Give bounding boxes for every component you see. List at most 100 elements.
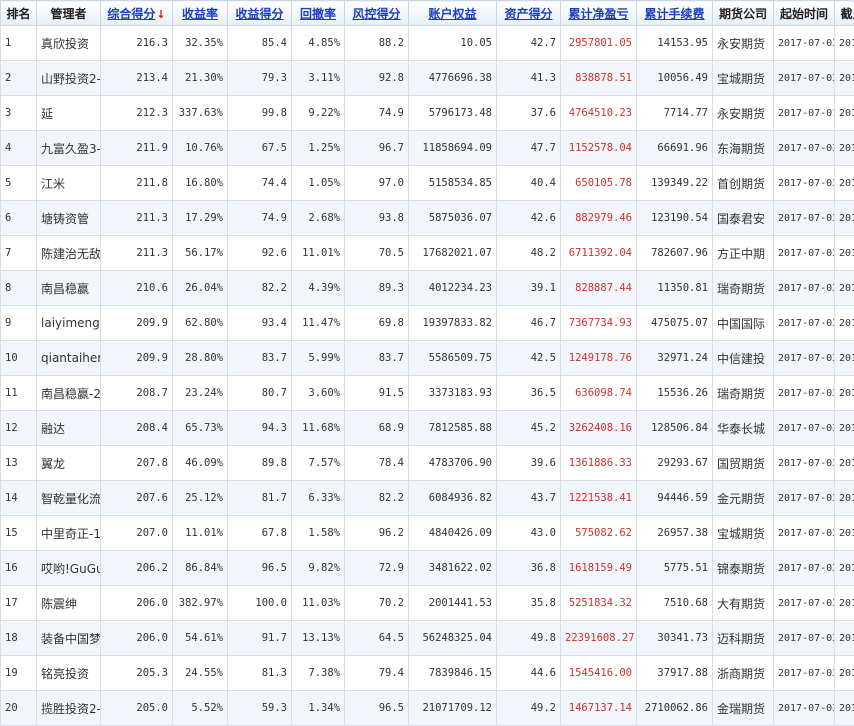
table-row[interactable]: 11南昌稳赢-2208.723.24%80.73.60%91.53373183.… [1, 376, 854, 411]
manager-cell[interactable]: laiyimeng [37, 306, 101, 341]
header-asset-score-label[interactable]: 资产得分 [504, 7, 552, 21]
manager-cell[interactable]: 山野投资2- [37, 61, 101, 96]
manager-cell[interactable]: 九富久盈3- [37, 131, 101, 166]
company-cell: 中国国际 [713, 306, 774, 341]
manager-cell[interactable]: 南昌稳赢 [37, 271, 101, 306]
table-row[interactable]: 17陈震绅206.0382.97%100.011.03%70.22001441.… [1, 586, 854, 621]
return-rate-cell: 56.17% [173, 236, 228, 271]
company-cell: 大有期货 [713, 586, 774, 621]
equity-cell: 10.05 [409, 26, 497, 61]
manager-cell[interactable]: 翼龙 [37, 446, 101, 481]
composite-score-cell: 208.7 [101, 376, 173, 411]
table-row[interactable]: 6塘铸资管211.317.29%74.92.68%93.85875036.074… [1, 201, 854, 236]
company-cell: 方正中期 [713, 236, 774, 271]
rank-cell: 19 [1, 656, 37, 691]
composite-score-cell: 206.2 [101, 551, 173, 586]
header-fees-label[interactable]: 累计手续费 [644, 7, 704, 21]
header-return-rate[interactable]: 收益率 [173, 1, 228, 26]
equity-cell: 2001441.53 [409, 586, 497, 621]
start-time-cell: 2017-07-03 [774, 621, 835, 656]
manager-cell[interactable]: 哎哟!GuGu [37, 551, 101, 586]
return-rate-cell: 21.30% [173, 61, 228, 96]
manager-cell[interactable]: 智乾量化流 [37, 481, 101, 516]
table-row[interactable]: 13翼龙207.846.09%89.87.57%78.44783706.9039… [1, 446, 854, 481]
rank-cell: 4 [1, 131, 37, 166]
composite-score-cell: 216.3 [101, 26, 173, 61]
table-row[interactable]: 10qiantaiher209.928.80%83.75.99%83.75586… [1, 341, 854, 376]
drawdown-cell: 1.58% [292, 516, 345, 551]
asset-score-cell: 42.5 [497, 341, 561, 376]
net-pnl-cell: 1467137.14 [561, 691, 637, 726]
header-composite-score[interactable]: 综合得分↓ [101, 1, 173, 26]
header-return-rate-label[interactable]: 收益率 [182, 7, 218, 21]
table-row[interactable]: 7陈建治无敌211.356.17%92.611.01%70.517682021.… [1, 236, 854, 271]
table-row[interactable]: 5江米211.816.80%74.41.05%97.05158534.8540.… [1, 166, 854, 201]
manager-cell[interactable]: 延 [37, 96, 101, 131]
rank-cell: 17 [1, 586, 37, 621]
asset-score-cell: 42.6 [497, 201, 561, 236]
company-cell: 永安期货 [713, 96, 774, 131]
risk-score-cell: 68.9 [345, 411, 409, 446]
header-equity-label[interactable]: 账户权益 [428, 7, 476, 21]
table-row[interactable]: 19铭亮投资205.324.55%81.37.38%79.47839846.15… [1, 656, 854, 691]
manager-cell[interactable]: 南昌稳赢-2 [37, 376, 101, 411]
table-row[interactable]: 14智乾量化流207.625.12%81.76.33%82.26084936.8… [1, 481, 854, 516]
header-net-pnl[interactable]: 累计净盈亏 [561, 1, 637, 26]
table-row[interactable]: 2山野投资2-213.421.30%79.33.11%92.84776696.3… [1, 61, 854, 96]
manager-cell[interactable]: 铭亮投资 [37, 656, 101, 691]
header-composite-score-label[interactable]: 综合得分 [107, 7, 155, 21]
equity-cell: 6084936.82 [409, 481, 497, 516]
composite-score-cell: 205.0 [101, 691, 173, 726]
header-equity[interactable]: 账户权益 [409, 1, 497, 26]
net-pnl-cell: 636098.74 [561, 376, 637, 411]
fees-cell: 37917.88 [637, 656, 713, 691]
company-cell: 华泰长城 [713, 411, 774, 446]
header-drawdown-label[interactable]: 回撤率 [300, 7, 336, 21]
manager-cell[interactable]: 融达 [37, 411, 101, 446]
equity-cell: 21071709.12 [409, 691, 497, 726]
start-time-cell: 2017-07-03 [774, 376, 835, 411]
asset-score-cell: 48.2 [497, 236, 561, 271]
header-return-score[interactable]: 收益得分 [228, 1, 292, 26]
table-row[interactable]: 1真欣投资216.332.35%85.44.85%88.210.0542.729… [1, 26, 854, 61]
return-rate-cell: 86.84% [173, 551, 228, 586]
manager-cell[interactable]: 陈震绅 [37, 586, 101, 621]
manager-cell[interactable]: 江米 [37, 166, 101, 201]
return-score-cell: 99.8 [228, 96, 292, 131]
risk-score-cell: 93.8 [345, 201, 409, 236]
table-row[interactable]: 4九富久盈3-211.910.76%67.51.25%96.711858694.… [1, 131, 854, 166]
fees-cell: 7510.68 [637, 586, 713, 621]
header-asset-score[interactable]: 资产得分 [497, 1, 561, 26]
table-row[interactable]: 8南昌稳赢210.626.04%82.24.39%89.34012234.233… [1, 271, 854, 306]
manager-cell[interactable]: 塘铸资管 [37, 201, 101, 236]
start-time-cell: 2017-07-03 [774, 131, 835, 166]
start-time-cell: 2017-07-03 [774, 236, 835, 271]
manager-cell[interactable]: 真欣投资 [37, 26, 101, 61]
return-score-cell: 74.9 [228, 201, 292, 236]
manager-cell[interactable]: 中里奇正-1 [37, 516, 101, 551]
table-row[interactable]: 12融达208.465.73%94.311.68%68.97812585.884… [1, 411, 854, 446]
table-row[interactable]: 18装备中国梦206.054.61%91.713.13%64.556248325… [1, 621, 854, 656]
drawdown-cell: 4.85% [292, 26, 345, 61]
manager-cell[interactable]: 陈建治无敌 [37, 236, 101, 271]
drawdown-cell: 13.13% [292, 621, 345, 656]
header-return-score-label[interactable]: 收益得分 [235, 7, 283, 21]
rank-cell: 16 [1, 551, 37, 586]
manager-cell[interactable]: qiantaiher [37, 341, 101, 376]
table-row[interactable]: 20揽胜投资2-205.05.52%59.31.34%96.521071709.… [1, 691, 854, 726]
manager-cell[interactable]: 揽胜投资2- [37, 691, 101, 726]
header-risk-score[interactable]: 风控得分 [345, 1, 409, 26]
table-row[interactable]: 3延212.3337.63%99.89.22%74.95796173.4837.… [1, 96, 854, 131]
header-fees[interactable]: 累计手续费 [637, 1, 713, 26]
table-row[interactable]: 16哎哟!GuGu206.286.84%96.59.82%72.93481622… [1, 551, 854, 586]
table-row[interactable]: 15中里奇正-1207.011.01%67.81.58%96.24840426.… [1, 516, 854, 551]
rank-cell: 9 [1, 306, 37, 341]
header-risk-score-label[interactable]: 风控得分 [352, 7, 400, 21]
company-cell: 瑞奇期货 [713, 271, 774, 306]
header-net-pnl-label[interactable]: 累计净盈亏 [568, 7, 628, 21]
table-row[interactable]: 9laiyimeng209.962.80%93.411.47%69.819397… [1, 306, 854, 341]
sort-desc-icon[interactable]: ↓ [156, 8, 165, 21]
fees-cell: 11350.81 [637, 271, 713, 306]
manager-cell[interactable]: 装备中国梦 [37, 621, 101, 656]
header-drawdown[interactable]: 回撤率 [292, 1, 345, 26]
